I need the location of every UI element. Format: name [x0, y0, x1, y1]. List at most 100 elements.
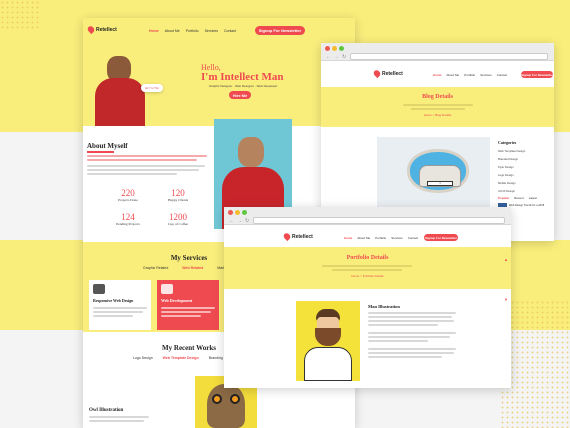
- nav-contact[interactable]: Contact: [408, 236, 418, 240]
- about-title: About Myself: [87, 142, 128, 150]
- text-line: [93, 311, 143, 313]
- man-illustration-image: [296, 301, 360, 381]
- text-line: [322, 265, 412, 267]
- category-item[interactable]: Web Template Design: [498, 147, 550, 155]
- minimize-window-icon[interactable]: [332, 46, 337, 51]
- post-title[interactable]: Web Design Trends for a 2018: [509, 204, 544, 207]
- nav-about[interactable]: About Me: [357, 236, 370, 240]
- forward-arrow-icon[interactable]: →: [237, 218, 242, 224]
- text-line: [87, 169, 199, 171]
- newsletter-button[interactable]: Signup For Newsletter: [521, 71, 553, 78]
- reload-icon[interactable]: ↻: [245, 218, 249, 224]
- text-line: [89, 416, 149, 418]
- nav-about[interactable]: About Me: [446, 73, 459, 77]
- nav-portfolio[interactable]: Portfolio: [375, 236, 386, 240]
- dot-pattern: [0, 0, 40, 30]
- portfolio-banner: [224, 247, 511, 289]
- newsletter-button[interactable]: Signup For Newsletter: [255, 26, 305, 35]
- side-scrollbar[interactable]: ▲ ▼: [504, 247, 508, 317]
- text-line: [368, 320, 454, 322]
- category-item[interactable]: Mobile Design: [498, 179, 550, 187]
- categories-title: Categories: [498, 140, 517, 145]
- text-line: [411, 108, 465, 110]
- portfolio-browser-window: ← → ↻ Retellect Home About Me Portfolio …: [224, 207, 511, 388]
- brand-logo[interactable]: Retellect: [86, 24, 117, 35]
- service-card[interactable]: Responsive Web Design: [89, 280, 151, 330]
- text-line: [87, 165, 205, 167]
- forward-arrow-icon[interactable]: →: [334, 54, 339, 60]
- maximize-window-icon[interactable]: [242, 210, 247, 215]
- category-item[interactable]: Logo Design: [498, 171, 550, 179]
- text-line: [368, 336, 450, 338]
- minimize-window-icon[interactable]: [235, 210, 240, 215]
- reload-icon[interactable]: ↻: [342, 54, 346, 60]
- text-line: [93, 307, 147, 309]
- nav-home[interactable]: Home: [433, 73, 441, 77]
- brand-logo[interactable]: Retellect: [282, 231, 313, 242]
- category-list: Web Template Design Branded Design Flyer…: [498, 147, 550, 195]
- portfolio-title: Portfolio Details: [346, 255, 389, 261]
- nav-portfolio[interactable]: Portfolio: [464, 73, 475, 77]
- maximize-window-icon[interactable]: [339, 46, 344, 51]
- greeting-bubble: Hi! I'm Tim: [141, 84, 164, 92]
- nav-about[interactable]: About Me: [165, 29, 180, 33]
- text-line: [368, 340, 428, 342]
- blog-title: Blog Details: [422, 94, 453, 100]
- filter-logo[interactable]: Logo Design: [133, 356, 153, 360]
- filter-branding[interactable]: Branding: [209, 356, 223, 360]
- tab-popular[interactable]: Popular: [498, 196, 509, 200]
- newsletter-button[interactable]: Signup For Newsletter: [424, 234, 458, 241]
- category-item[interactable]: Flyer Design: [498, 163, 550, 171]
- nav-services[interactable]: Services: [205, 29, 218, 33]
- hero-roles: Graphic Designer · Web Designer · Web De…: [209, 84, 278, 88]
- main-nav: Home About Me Portfolio Services Contact: [344, 236, 418, 240]
- nav-home[interactable]: Home: [149, 29, 159, 33]
- tab-latest[interactable]: Latest: [529, 196, 537, 200]
- post-tabs: Popular Recent Latest: [498, 196, 537, 200]
- text-line: [368, 352, 454, 354]
- portfolio-item-title: Man Illustration: [368, 304, 400, 309]
- service-card-active[interactable]: Web Development: [157, 280, 219, 330]
- blog-breadcrumb[interactable]: Home > Blog Details: [321, 113, 554, 117]
- text-line: [403, 104, 473, 106]
- nav-services[interactable]: Services: [391, 236, 403, 240]
- up-arrow-icon[interactable]: ▲: [504, 257, 508, 262]
- close-window-icon[interactable]: [325, 46, 330, 51]
- tab-web-related[interactable]: Web Related: [182, 266, 203, 270]
- work-item-title: Owl Illustration: [89, 408, 124, 413]
- close-window-icon[interactable]: [228, 210, 233, 215]
- back-arrow-icon[interactable]: ←: [326, 54, 331, 60]
- hero-title: I'm Intellect Man: [201, 71, 284, 83]
- stat-projects-done: 220 Projects Done: [118, 188, 138, 202]
- nav-portfolio[interactable]: Portfolio: [186, 29, 199, 33]
- text-line: [368, 348, 456, 350]
- category-item[interactable]: UI/UX Design: [498, 187, 550, 195]
- text-line: [87, 159, 197, 161]
- text-line: [332, 269, 402, 271]
- main-nav: Home About Me Portfolio Services Contact: [149, 29, 236, 33]
- hire-me-button[interactable]: Hire Me: [229, 91, 251, 99]
- portfolio-breadcrumb[interactable]: Home > Portfolio Details: [224, 274, 511, 278]
- text-line: [161, 311, 211, 313]
- text-line: [89, 420, 144, 422]
- title-underline: [87, 151, 114, 153]
- filter-web-template[interactable]: Web Template Design: [163, 356, 199, 360]
- nav-services[interactable]: Services: [480, 73, 492, 77]
- tab-graphic-related[interactable]: Graphic Related: [143, 266, 168, 270]
- address-bar[interactable]: [253, 217, 505, 224]
- down-arrow-icon[interactable]: ▼: [504, 297, 508, 302]
- brand-logo[interactable]: Retellect: [372, 68, 403, 79]
- text-line: [368, 312, 456, 314]
- nav-home[interactable]: Home: [344, 236, 352, 240]
- location-pin-icon: [372, 68, 382, 79]
- code-icon: [161, 284, 173, 294]
- tab-recent[interactable]: Recent: [514, 196, 524, 200]
- stats-grid: 220 Projects Done 120 Happy Clients 124 …: [103, 188, 203, 238]
- back-arrow-icon[interactable]: ←: [229, 218, 234, 224]
- nav-contact[interactable]: Contact: [224, 29, 236, 33]
- text-line: [161, 315, 201, 317]
- category-item[interactable]: Branded Design: [498, 155, 550, 163]
- blog-featured-image: I: [377, 137, 490, 217]
- nav-contact[interactable]: Contact: [497, 73, 507, 77]
- address-bar[interactable]: [350, 53, 548, 60]
